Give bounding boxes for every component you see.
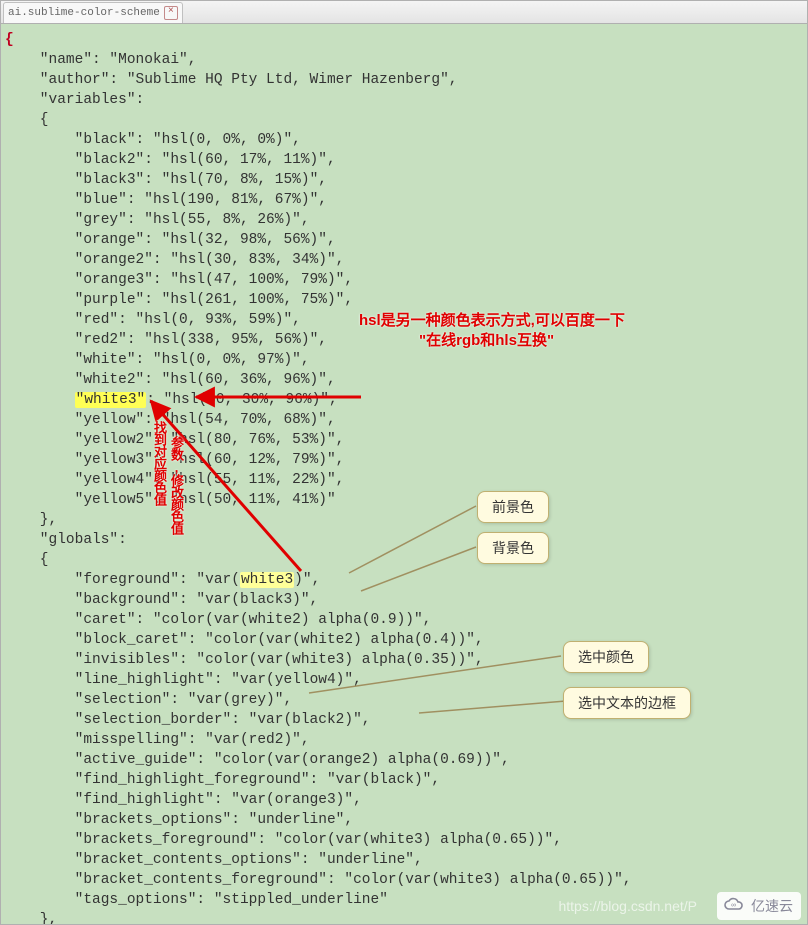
watermark-yisu: ∞ 亿速云	[717, 892, 801, 920]
callout-selection: 选中颜色	[563, 641, 649, 673]
svg-text:∞: ∞	[731, 902, 736, 909]
callout-foreground: 前景色	[477, 491, 549, 523]
callout-background: 背景色	[477, 532, 549, 564]
cloud-icon: ∞	[723, 896, 745, 914]
callout-selection-border: 选中文本的边框	[563, 687, 691, 719]
window: ai.sublime-color-scheme × { "name": "Mon…	[0, 0, 808, 925]
annotation-hsl-note1: hsl是另一种颜色表示方式,可以百度一下	[359, 311, 625, 331]
watermark-csdn: https://blog.csdn.net/P	[558, 896, 697, 916]
tab-bar: ai.sublime-color-scheme ×	[1, 1, 807, 24]
annotation-vert2: 参数,修改颜色值	[166, 436, 186, 534]
file-tab[interactable]: ai.sublime-color-scheme ×	[3, 2, 183, 23]
code-editor[interactable]: { "name": "Monokai", "author": "Sublime …	[1, 24, 807, 924]
tab-filename: ai.sublime-color-scheme	[8, 3, 160, 23]
close-icon[interactable]: ×	[164, 6, 178, 20]
annotation-hsl-note2: "在线rgb和hls互换"	[419, 331, 554, 351]
